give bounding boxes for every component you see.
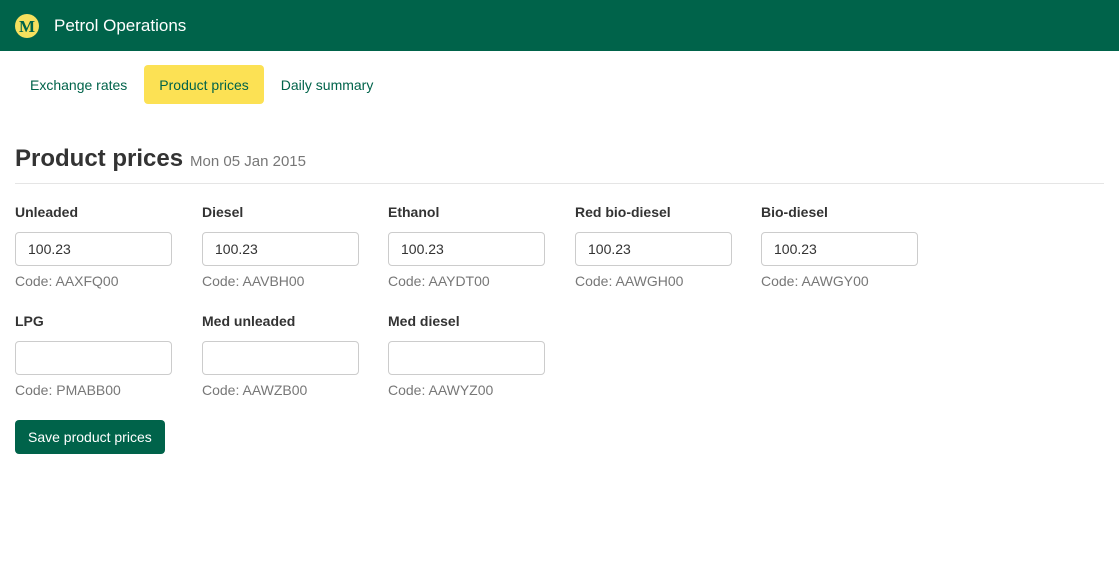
- page-title: Product prices: [15, 145, 184, 172]
- page-heading: Product prices Mon 05 Jan 2015: [15, 145, 1104, 184]
- price-field-ethanol: Ethanol Code: AAYDT00: [388, 204, 545, 289]
- product-code: Code: AAVBH00: [202, 273, 305, 289]
- price-field-lpg: LPG Code: PMABB00: [15, 313, 172, 398]
- red-bio-diesel-price-input[interactable]: [575, 232, 732, 266]
- field-label: Unleaded: [15, 204, 79, 220]
- field-label: Ethanol: [388, 204, 440, 220]
- price-field-med-diesel: Med diesel Code: AAWYZ00: [388, 313, 545, 398]
- product-code: Code: AAWYZ00: [388, 382, 494, 398]
- product-code: Code: AAWGY00: [761, 273, 869, 289]
- product-code: Code: AAYDT00: [388, 273, 490, 289]
- tab-exchange-rates[interactable]: Exchange rates: [15, 65, 142, 104]
- field-label: Med unleaded: [202, 313, 296, 329]
- unleaded-price-input[interactable]: [15, 232, 172, 266]
- nav-tabs: Exchange rates Product prices Daily summ…: [15, 65, 388, 104]
- ethanol-price-input[interactable]: [388, 232, 545, 266]
- field-label: Med diesel: [388, 313, 460, 329]
- diesel-price-input[interactable]: [202, 232, 359, 266]
- top-navbar: M Petrol Operations: [0, 0, 1119, 51]
- product-code: Code: AAWGH00: [575, 273, 684, 289]
- product-code: Code: AAXFQ00: [15, 273, 119, 289]
- lpg-price-input[interactable]: [15, 341, 172, 375]
- price-field-med-unleaded: Med unleaded Code: AAWZB00: [202, 313, 359, 398]
- price-field-diesel: Diesel Code: AAVBH00: [202, 204, 359, 289]
- med-diesel-price-input[interactable]: [388, 341, 545, 375]
- product-code: Code: PMABB00: [15, 382, 121, 398]
- bio-diesel-price-input[interactable]: [761, 232, 918, 266]
- field-label: Bio-diesel: [761, 204, 828, 220]
- field-label: Diesel: [202, 204, 244, 220]
- page-date: Mon 05 Jan 2015: [190, 153, 306, 170]
- price-field-red-bio-diesel: Red bio-diesel Code: AAWGH00: [575, 204, 732, 289]
- tab-daily-summary[interactable]: Daily summary: [266, 65, 389, 104]
- save-product-prices-button[interactable]: Save product prices: [15, 420, 165, 454]
- tab-product-prices[interactable]: Product prices: [144, 65, 264, 104]
- field-label: Red bio-diesel: [575, 204, 671, 220]
- app-title[interactable]: Petrol Operations: [54, 15, 186, 37]
- med-unleaded-price-input[interactable]: [202, 341, 359, 375]
- field-label: LPG: [15, 313, 44, 329]
- price-field-unleaded: Unleaded Code: AAXFQ00: [15, 204, 172, 289]
- product-code: Code: AAWZB00: [202, 382, 308, 398]
- price-field-bio-diesel: Bio-diesel Code: AAWGY00: [761, 204, 918, 289]
- morrisons-logo-icon[interactable]: M: [15, 14, 39, 38]
